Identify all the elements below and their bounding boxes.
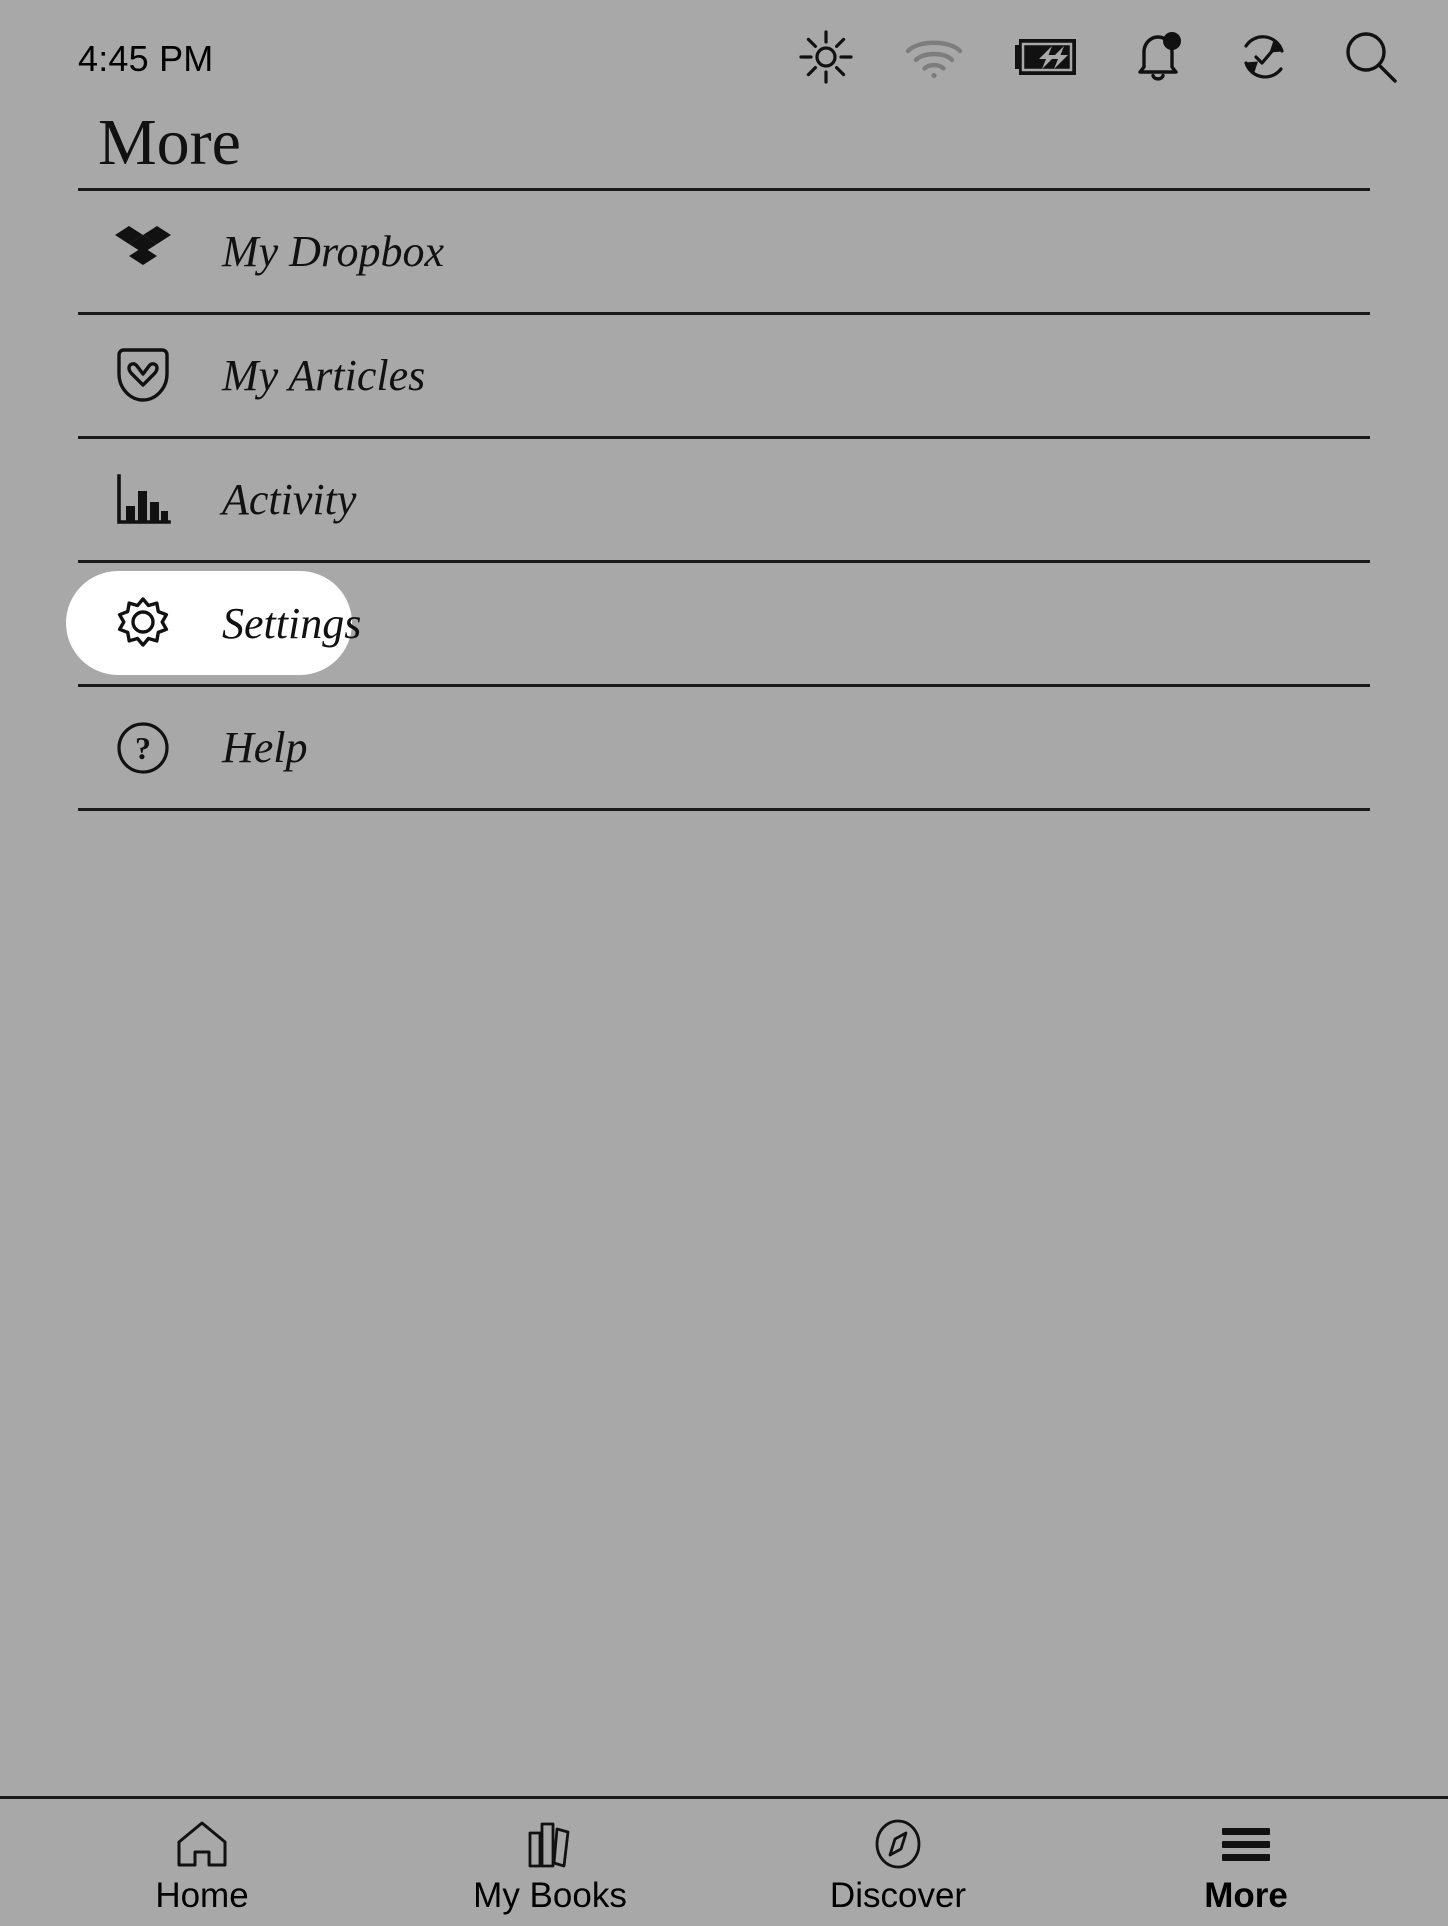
nav-item-home[interactable]: Home — [28, 1799, 376, 1926]
sync-icon[interactable] — [1236, 29, 1292, 90]
menu-item-label: Help — [222, 722, 308, 773]
hamburger-icon — [1219, 1818, 1273, 1870]
books-icon — [524, 1818, 576, 1870]
svg-text:?: ? — [135, 730, 151, 766]
pocket-icon — [100, 347, 186, 405]
compass-icon — [873, 1818, 923, 1870]
list-divider — [78, 808, 1370, 811]
status-clock: 4:45 PM — [78, 38, 213, 80]
wifi-icon[interactable] — [904, 34, 964, 85]
menu-item-label: Settings — [222, 598, 361, 649]
status-bar: 4:45 PM — [0, 0, 1448, 118]
home-icon — [176, 1818, 228, 1870]
content-spacer — [0, 811, 1448, 1796]
nav-item-label: More — [1204, 1878, 1288, 1913]
menu-item-label: My Dropbox — [222, 226, 444, 277]
nav-item-more[interactable]: More — [1072, 1799, 1420, 1926]
dropbox-icon — [100, 224, 186, 280]
more-screen: 4:45 PM — [0, 0, 1448, 1926]
page-title: More — [0, 110, 1448, 188]
nav-item-label: My Books — [473, 1878, 627, 1913]
question-circle-icon: ? — [100, 721, 186, 775]
menu-item-my-articles[interactable]: My Articles — [78, 315, 1370, 436]
menu-item-settings[interactable]: Settings — [78, 563, 1370, 684]
brightness-icon[interactable] — [798, 29, 854, 90]
menu-item-label: My Articles — [222, 350, 425, 401]
search-icon[interactable] — [1342, 28, 1400, 91]
nav-item-discover[interactable]: Discover — [724, 1799, 1072, 1926]
bar-chart-icon — [100, 474, 186, 526]
more-menu-list: My Dropbox My Articles — [78, 188, 1370, 811]
notification-bell-icon[interactable] — [1132, 29, 1186, 90]
bottom-navigation-bar: Home My Books Discover — [0, 1796, 1448, 1926]
nav-item-my-books[interactable]: My Books — [376, 1799, 724, 1926]
nav-item-label: Discover — [830, 1878, 966, 1913]
gear-icon — [100, 595, 186, 653]
menu-item-label: Activity — [222, 474, 356, 525]
nav-item-label: Home — [155, 1878, 248, 1913]
menu-item-help[interactable]: ? Help — [78, 687, 1370, 808]
menu-item-my-dropbox[interactable]: My Dropbox — [78, 191, 1370, 312]
menu-item-activity[interactable]: Activity — [78, 439, 1370, 560]
battery-charging-icon[interactable] — [1014, 37, 1082, 82]
status-icon-group — [798, 28, 1400, 91]
